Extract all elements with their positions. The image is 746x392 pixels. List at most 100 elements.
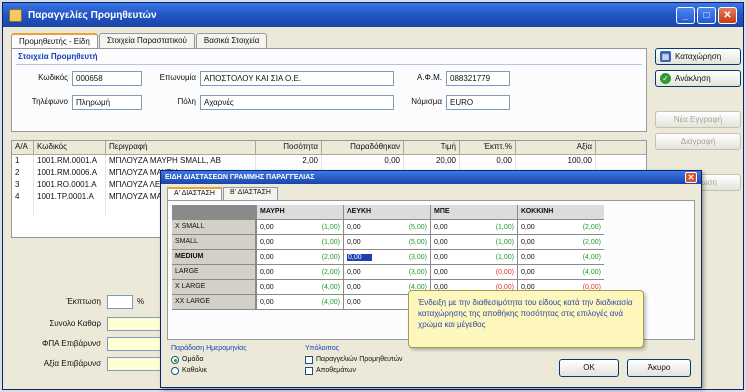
color-header-row: ΜΑΥΡΗ ΛΕΥΚΗ ΜΠΕ ΚΟΚΚΙΝΗ bbox=[172, 205, 604, 219]
tab-document-info[interactable]: Στοιχεία Παραστατικού bbox=[98, 33, 195, 48]
row-description-cell[interactable]: ΜΠΛΟΥΖΑ ΜΑΥΡΗ SMALL, AB bbox=[106, 155, 256, 167]
net-label: Συνολο Καθαρ bbox=[49, 319, 101, 328]
availability-value: (3,00) bbox=[408, 268, 427, 276]
col-quantity[interactable]: Ποσότητα bbox=[256, 141, 322, 154]
dialog-tabs: Α' ΔΙΑΣΤΑΣΗ Β' ΔΙΑΣΤΑΣΗ bbox=[167, 187, 701, 200]
window-title: Παραγγελίες Προμηθευτών bbox=[28, 9, 157, 21]
col-delivered[interactable]: Παραδόθηκαν bbox=[322, 141, 404, 154]
tab-dimension-b[interactable]: Β' ΔΙΑΣΤΑΣΗ bbox=[223, 187, 278, 200]
option-overall-row[interactable]: Καθολικ bbox=[171, 365, 247, 376]
table-row[interactable]: 1 1001.RM.0001.A ΜΠΛΟΥΖΑ ΜΑΥΡΗ SMALL, AB 2,… bbox=[12, 155, 646, 167]
totals-panel: Έκπτωση % Συνολο Καθαρ ΦΠΑ Επιβάρυνσ Αξί… bbox=[11, 293, 161, 385]
row-discount-cell[interactable]: 0,00 bbox=[460, 155, 516, 167]
quantity-cell[interactable]: 0,00 (1,00) bbox=[430, 235, 517, 249]
radio-group[interactable] bbox=[171, 355, 179, 364]
row-aa-cell[interactable]: 1 bbox=[12, 155, 34, 167]
row-delivered-cell[interactable]: 0,00 bbox=[322, 155, 404, 167]
col-value[interactable]: Αξία bbox=[516, 141, 596, 154]
row-aa-cell[interactable]: 3 bbox=[12, 179, 34, 191]
cancel-button[interactable]: Άκυρο bbox=[627, 359, 691, 377]
row-code-cell[interactable] bbox=[34, 203, 106, 215]
quantity-value: 0,00 bbox=[260, 253, 274, 261]
col-description[interactable]: Περιγραφή bbox=[106, 141, 256, 154]
row-aa-cell[interactable]: 2 bbox=[12, 167, 34, 179]
row-code-cell[interactable]: 1001.TP.0001.A bbox=[34, 191, 106, 203]
register-label: Καταχώρηση bbox=[675, 52, 722, 61]
row-code-cell[interactable]: 1001.RM.0006.A bbox=[34, 167, 106, 179]
quantity-cell[interactable]: 0,00 (1,00) bbox=[256, 235, 343, 249]
quantity-cell[interactable]: 0,00 (3,00) bbox=[343, 265, 430, 279]
discount-field[interactable] bbox=[107, 295, 133, 309]
new-record-button[interactable]: Νέα Εγγραφή bbox=[655, 111, 741, 128]
ok-button[interactable]: ΟΚ bbox=[559, 359, 619, 377]
dialog-title-bar[interactable]: ΕΙΔΗ ΔΙΑΣΤΑΣΕΩΝ ΓΡΑΜΜΗΣ ΠΑΡΑΓΓΕΛΙΑΣ ✕ bbox=[161, 171, 701, 184]
col-price[interactable]: Τιμή bbox=[404, 141, 460, 154]
quantity-cell[interactable]: 0,00 (2,00) bbox=[517, 220, 604, 234]
quantity-value: 0,00 bbox=[521, 223, 535, 231]
tab-basic-info[interactable]: Βασικά Στοιχεία bbox=[195, 33, 268, 48]
currency-field[interactable]: EURO bbox=[446, 95, 510, 110]
availability-value: (4,00) bbox=[582, 253, 601, 261]
row-price-cell[interactable]: 20,00 bbox=[404, 155, 460, 167]
dialog-close-button[interactable]: ✕ bbox=[685, 172, 697, 183]
check-stock-row[interactable]: Αποθεμάτων bbox=[305, 365, 403, 376]
grid-corner bbox=[172, 205, 256, 219]
dimensions-dialog: ΕΙΔΗ ΔΙΑΣΤΑΣΕΩΝ ΓΡΑΜΜΗΣ ΠΑΡΑΓΓΕΛΙΑΣ ✕ Α'… bbox=[160, 170, 702, 388]
availability-value: (4,00) bbox=[321, 283, 340, 291]
row-aa-cell[interactable]: 4 bbox=[12, 191, 34, 203]
afm-field[interactable]: 088321779 bbox=[446, 71, 510, 86]
check-orders-row[interactable]: Παραγγελιών Προμηθευτών bbox=[305, 354, 403, 365]
quantity-cell[interactable]: 0,00 (2,00) bbox=[256, 265, 343, 279]
quantity-value: 0,00 bbox=[347, 298, 361, 306]
quantity-cell[interactable]: 0,00 (4,00) bbox=[517, 265, 604, 279]
city-field[interactable]: Αχαρνές bbox=[200, 95, 394, 110]
color-header: ΜΠΕ bbox=[430, 205, 517, 219]
supplier-info-panel: Στοιχεία Προμηθευτή Κωδικός 000658 Επωνυ… bbox=[11, 48, 647, 132]
row-value-cell[interactable]: 100,00 bbox=[516, 155, 596, 167]
maximize-button[interactable]: □ bbox=[697, 6, 716, 24]
quantity-cell[interactable]: 0,00 (0,00) bbox=[430, 265, 517, 279]
register-button[interactable]: ▦ Καταχώρηση bbox=[655, 48, 741, 65]
tab-dimension-a[interactable]: Α' ΔΙΑΣΤΑΣΗ bbox=[167, 187, 222, 200]
checkbox-stock[interactable] bbox=[305, 366, 313, 375]
row-aa-cell[interactable] bbox=[12, 203, 34, 215]
quantity-cell[interactable]: 0,00 (4,00) bbox=[256, 295, 343, 309]
quantity-cell[interactable]: 0,00 (1,00) bbox=[256, 220, 343, 234]
row-quantity-cell[interactable]: 2,00 bbox=[256, 155, 322, 167]
tab-supplier-items[interactable]: Προμηθευτής - Είδη bbox=[11, 33, 98, 48]
vat-label: ΦΠΑ Επιβάρυνσ bbox=[42, 339, 101, 348]
quantity-cell[interactable]: 0,00 (5,00) bbox=[343, 235, 430, 249]
size-label: SMALL bbox=[172, 235, 256, 249]
col-discount[interactable]: Έκπτ.% bbox=[460, 141, 516, 154]
phone-field[interactable]: Πληρωμή bbox=[72, 95, 142, 110]
minimize-button[interactable]: _ bbox=[676, 6, 695, 24]
quantity-cell[interactable]: 0,00 (2,00) bbox=[256, 250, 343, 264]
checkbox-supplier-orders[interactable] bbox=[305, 355, 313, 364]
option-group-row[interactable]: Ομάδα bbox=[171, 354, 247, 365]
quantity-cell[interactable]: 0,00 (4,00) bbox=[256, 280, 343, 294]
close-button[interactable]: ✕ bbox=[718, 6, 737, 24]
name-field[interactable]: ΑΠΟΣΤΟΛΟΥ ΚΑΙ ΣΙΑ Ο.Ε. bbox=[200, 71, 394, 86]
size-label: MEDIUM bbox=[172, 250, 256, 264]
availability-value: (4,00) bbox=[321, 298, 340, 306]
code-field[interactable]: 000658 bbox=[72, 71, 142, 86]
dialog-footer: Παράδοση Ημερομηνίας Ομάδα Καθολικ Υπόλο… bbox=[167, 345, 695, 383]
row-code-cell[interactable]: 1001.RO.0001.A bbox=[34, 179, 106, 191]
radio-overall[interactable] bbox=[171, 366, 179, 375]
quantity-cell[interactable]: 0,00 (1,00) bbox=[430, 250, 517, 264]
quantity-cell[interactable]: 0,00 (5,00) bbox=[343, 220, 430, 234]
quantity-cell[interactable]: 0,00 (3,00) bbox=[343, 250, 430, 264]
quantity-cell[interactable]: 0,00 (2,00) bbox=[517, 235, 604, 249]
size-row: LARGE 0,00 (2,00) 0,00 (3,00) 0,00 (0,00) 0,00 (… bbox=[172, 265, 604, 279]
col-aa[interactable]: Α/Α bbox=[12, 141, 34, 154]
quantity-cell[interactable]: 0,00 (1,00) bbox=[430, 220, 517, 234]
recall-button[interactable]: ✓ Ανάκληση bbox=[655, 70, 741, 87]
delete-button[interactable]: Διαγραφή bbox=[655, 133, 741, 150]
row-code-cell[interactable]: 1001.RM.0001.A bbox=[34, 155, 106, 167]
col-code[interactable]: Κωδικός bbox=[34, 141, 106, 154]
discount-unit: % bbox=[137, 297, 145, 306]
supplier-group-title: Στοιχεία Προμηθευτή bbox=[18, 52, 98, 61]
quantity-cell[interactable]: 0,00 (4,00) bbox=[517, 250, 604, 264]
title-bar[interactable]: Παραγγελίες Προμηθευτών _ □ ✕ bbox=[3, 3, 743, 27]
size-label: X SMALL bbox=[172, 220, 256, 234]
